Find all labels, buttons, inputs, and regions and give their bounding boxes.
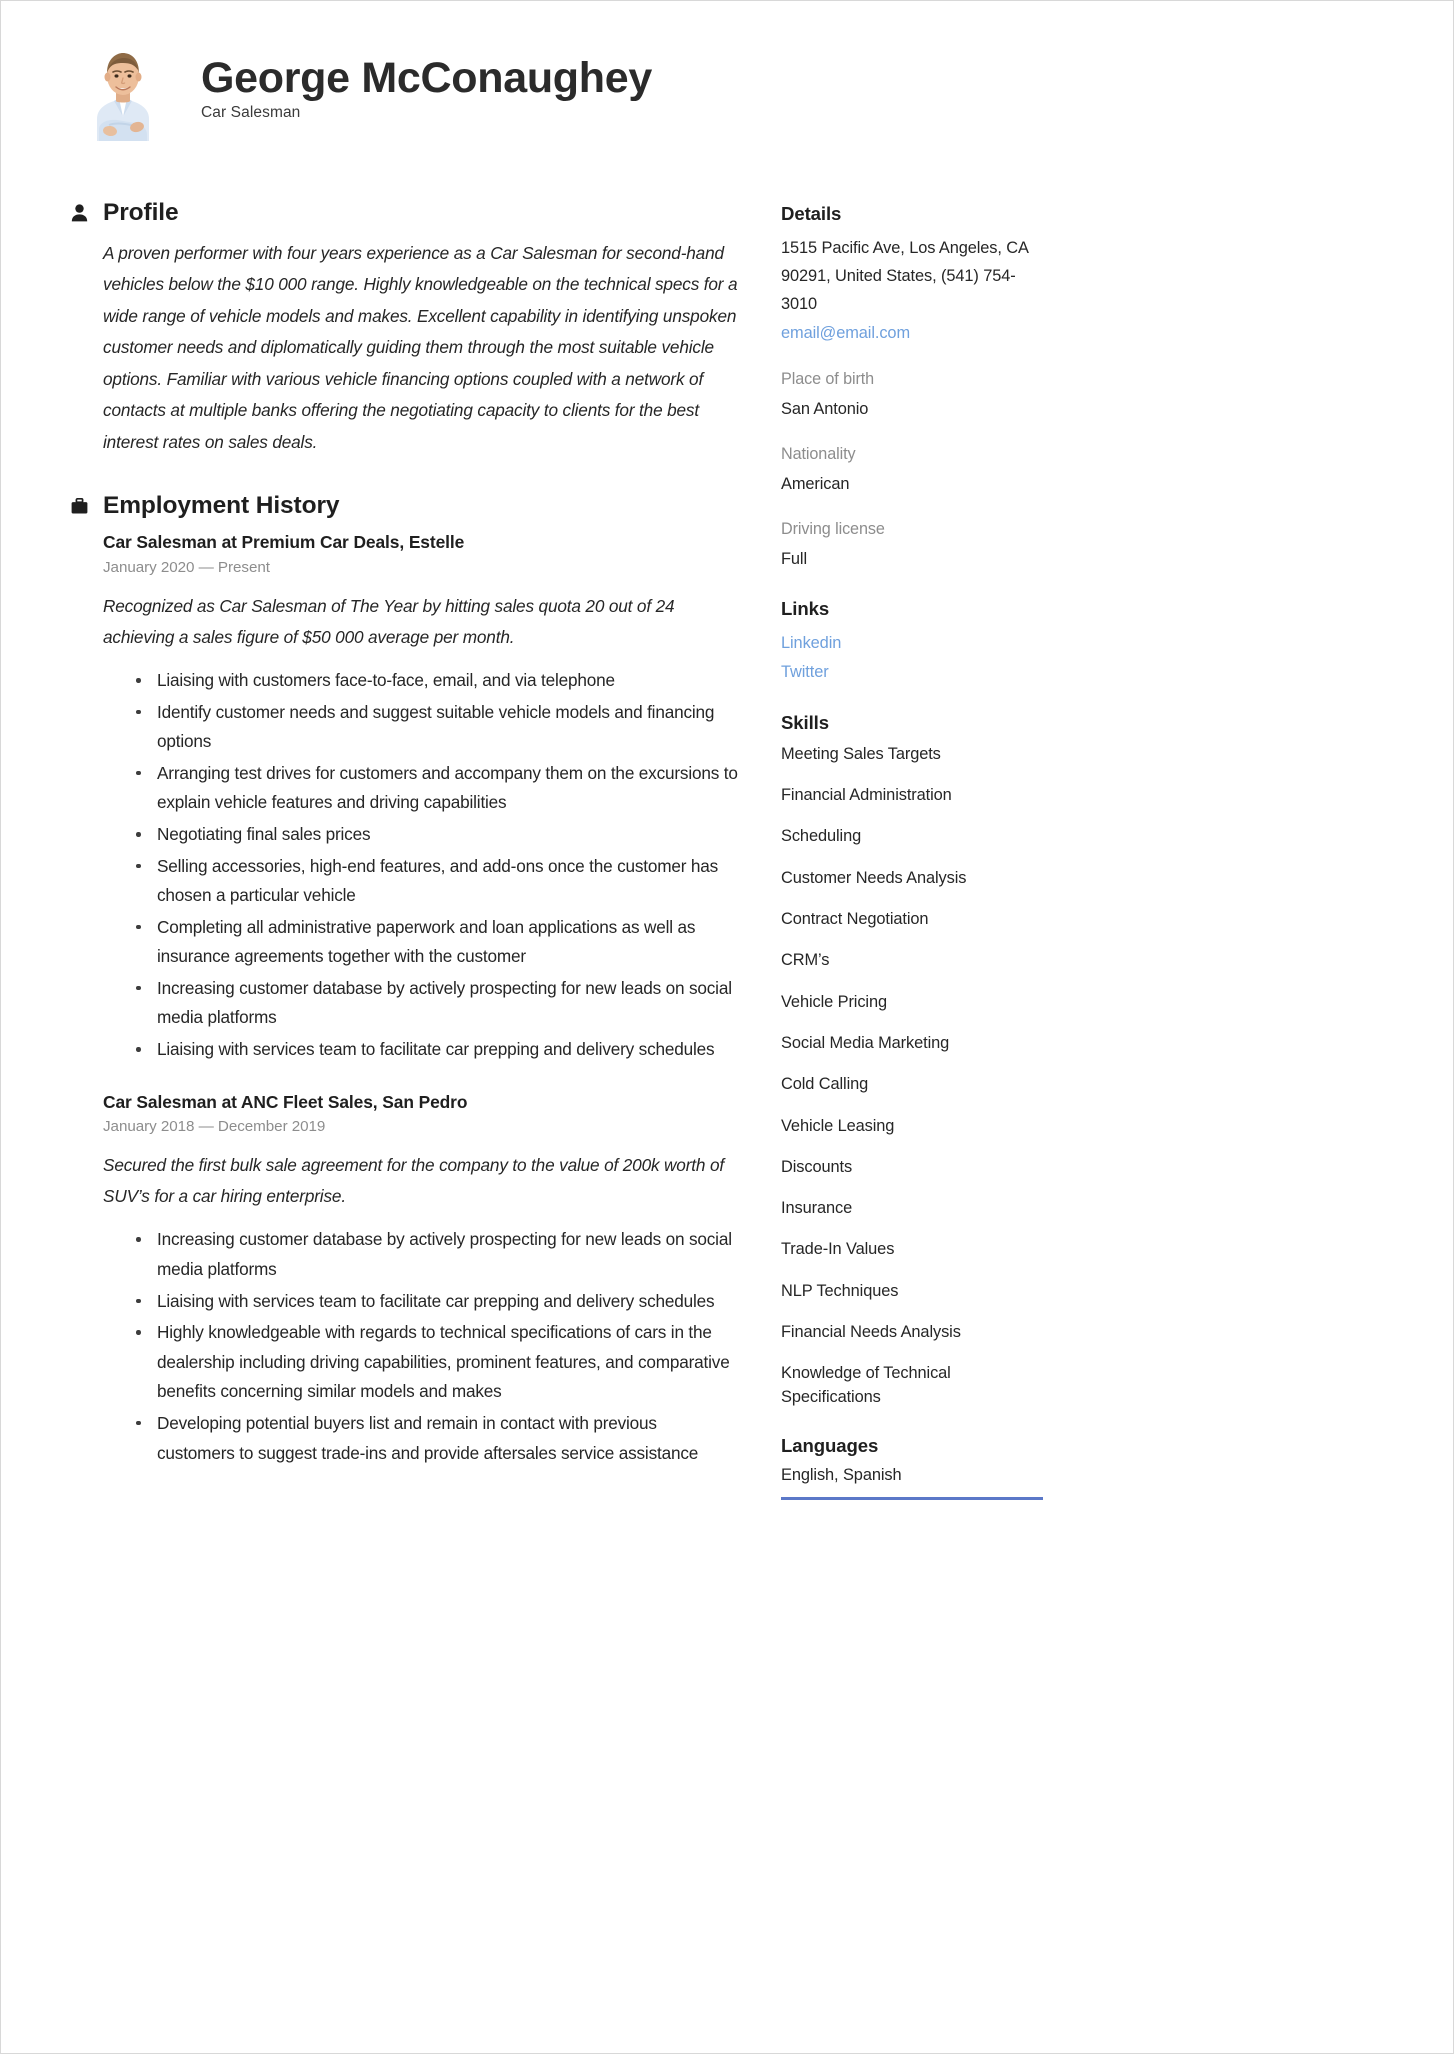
list-item: Liaising with services team to facilitat… — [133, 1287, 739, 1317]
section-profile: Profile A proven performer with four yea… — [67, 199, 739, 458]
list-item: Selling accessories, high-end features, … — [133, 852, 739, 911]
sidebar-section-details: Details 1515 Pacific Ave, Los Angeles, C… — [781, 203, 1051, 572]
list-item: Increasing customer database by actively… — [133, 1225, 739, 1284]
resume-header: George McConaughey Car Salesman — [67, 45, 1387, 141]
page-title: George McConaughey — [201, 54, 652, 102]
list-item: Completing all administrative paperwork … — [133, 913, 739, 972]
email-link[interactable]: email@email.com — [781, 319, 1051, 347]
address-text: 1515 Pacific Ave, Los Angeles, CA 90291,… — [781, 239, 1028, 314]
job-bullets: Increasing customer database by actively… — [103, 1225, 739, 1468]
skill-item: Vehicle Pricing — [781, 992, 888, 1011]
skill-item: Financial Administration — [781, 786, 952, 805]
sidebar-title-details: Details — [781, 203, 842, 224]
name-block: George McConaughey Car Salesman — [201, 45, 652, 122]
job-dates: January 2020 — Present — [103, 558, 270, 576]
sidebar-section-skills: Skills Meeting Sales Targets Financial A… — [781, 712, 1051, 1409]
job-summary: Secured the first bulk sale agreement fo… — [103, 1155, 724, 1206]
detail-value: Full — [781, 550, 808, 569]
list-item: Increasing customer database by actively… — [133, 974, 739, 1033]
job-summary: Recognized as Car Salesman of The Year b… — [103, 595, 675, 647]
skill-item: Discounts — [781, 1157, 853, 1176]
detail-value: American — [781, 474, 850, 493]
profile-text: A proven performer with four years exper… — [103, 243, 738, 452]
main-column: Profile A proven performer with four yea… — [67, 199, 739, 1502]
job-title-subtitle: Car Salesman — [201, 104, 301, 122]
languages-value: English, Spanish — [781, 1465, 902, 1484]
accent-divider — [781, 1496, 1043, 1500]
profile-body: A proven performer with four years exper… — [67, 238, 739, 458]
skill-item: Contract Negotiation — [781, 910, 929, 929]
detail-field-nationality: Nationality American — [781, 442, 1051, 497]
sidebar-section-links: Links Linkedin Twitter — [781, 598, 1051, 685]
skill-item: Knowledge of Technical Specifications — [781, 1364, 951, 1406]
section-employment-history: Employment History Car Salesman at Premi… — [67, 492, 739, 1468]
list-item: Highly knowledgeable with regards to tec… — [133, 1318, 739, 1407]
skill-item: Vehicle Leasing — [781, 1116, 895, 1135]
links-list: Linkedin Twitter — [781, 629, 1051, 685]
list-item: Liaising with customers face-to-face, em… — [133, 666, 739, 696]
link-linkedin[interactable]: Linkedin — [781, 629, 1051, 657]
sidebar-section-languages: Languages English, Spanish — [781, 1435, 1051, 1500]
detail-label: Driving license — [781, 520, 885, 539]
skill-item: Scheduling — [781, 827, 862, 846]
list-item: Arranging test drives for customers and … — [133, 759, 739, 818]
detail-value: San Antonio — [781, 399, 869, 418]
briefcase-icon — [69, 495, 89, 517]
skill-item: CRM’s — [781, 951, 830, 970]
portrait-photo — [83, 45, 163, 141]
section-header-profile: Profile — [67, 199, 739, 227]
skills-list: Meeting Sales Targets Financial Administ… — [781, 743, 1051, 1409]
sidebar-title-languages: Languages — [781, 1434, 879, 1456]
detail-label: Nationality — [781, 445, 856, 464]
employment-entry: Car Salesman at ANC Fleet Sales, San Ped… — [103, 1091, 739, 1468]
sidebar-title-links: Links — [781, 598, 830, 620]
list-item: Identify customer needs and suggest suit… — [133, 698, 739, 757]
employment-entry: Car Salesman at Premium Car Deals, Estel… — [103, 531, 739, 1064]
skill-item: NLP Techniques — [781, 1281, 899, 1300]
detail-field-driving-license: Driving license Full — [781, 517, 1051, 572]
sidebar-column: Details 1515 Pacific Ave, Los Angeles, C… — [781, 199, 1051, 1526]
list-item: Negotiating final sales prices — [133, 820, 739, 850]
section-title-profile: Profile — [103, 199, 179, 226]
link-twitter[interactable]: Twitter — [781, 658, 1051, 686]
employment-body: Car Salesman at Premium Car Deals, Estel… — [67, 531, 739, 1468]
skill-item: Trade-In Values — [781, 1240, 895, 1259]
job-dates: January 2018 — December 2019 — [103, 1118, 326, 1136]
skill-item: Insurance — [781, 1199, 853, 1218]
list-item: Developing potential buyers list and rem… — [133, 1409, 739, 1468]
skill-item: Cold Calling — [781, 1075, 869, 1094]
job-heading: Car Salesman at Premium Car Deals, Estel… — [103, 532, 465, 553]
skill-item: Social Media Marketing — [781, 1033, 950, 1052]
person-icon — [69, 202, 89, 224]
job-bullets: Liaising with customers face-to-face, em… — [103, 666, 739, 1065]
sidebar-title-skills: Skills — [781, 711, 829, 733]
resume-page: George McConaughey Car Salesman Profile — [0, 0, 1454, 2054]
list-item: Liaising with services team to facilitat… — [133, 1035, 739, 1065]
section-title-employment: Employment History — [103, 492, 340, 520]
skill-item: Financial Needs Analysis — [781, 1322, 961, 1341]
job-heading: Car Salesman at ANC Fleet Sales, San Ped… — [103, 1091, 468, 1112]
detail-field-place-of-birth: Place of birth San Antonio — [781, 367, 1051, 422]
skill-item: Customer Needs Analysis — [781, 868, 967, 887]
skill-item: Meeting Sales Targets — [781, 744, 941, 763]
detail-label: Place of birth — [781, 369, 875, 388]
section-header-employment: Employment History — [67, 492, 739, 520]
content-columns: Profile A proven performer with four yea… — [67, 199, 1387, 1526]
